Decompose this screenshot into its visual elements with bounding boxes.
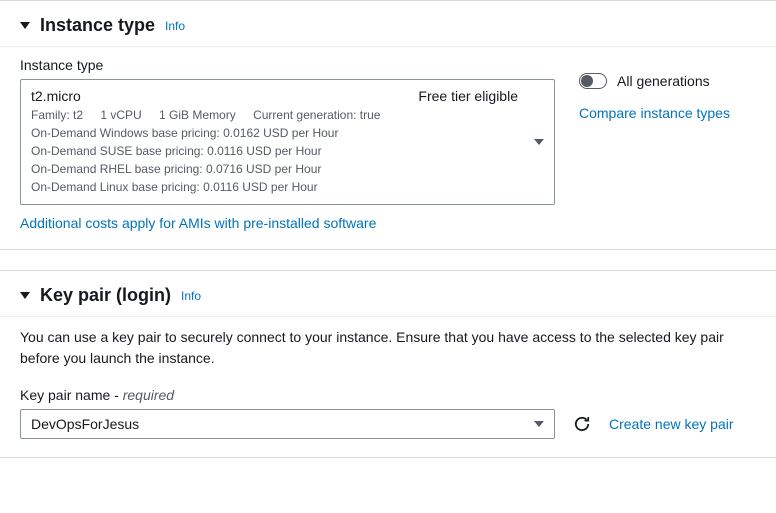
caret-down-icon bbox=[20, 292, 30, 299]
keypair-title: Key pair (login) bbox=[40, 285, 171, 306]
keypair-selected-value: DevOpsForJesus bbox=[31, 416, 139, 432]
keypair-body: You can use a key pair to securely conne… bbox=[0, 316, 776, 457]
keypair-info-link[interactable]: Info bbox=[181, 289, 201, 303]
all-generations-label: All generations bbox=[617, 73, 710, 89]
additional-costs-link[interactable]: Additional costs apply for AMIs with pre… bbox=[20, 215, 376, 231]
chevron-down-icon bbox=[534, 421, 544, 427]
refresh-button[interactable] bbox=[573, 415, 591, 433]
keypair-field-label: Key pair name - required bbox=[20, 387, 756, 403]
instance-type-section: Instance type Info Instance type t2.micr… bbox=[0, 0, 776, 250]
pricing-windows: On-Demand Windows base pricing: 0.0162 U… bbox=[31, 124, 518, 142]
pricing-rhel: On-Demand RHEL base pricing: 0.0716 USD … bbox=[31, 160, 518, 178]
instance-type-select[interactable]: t2.micro Free tier eligible Family: t2 1… bbox=[20, 79, 555, 205]
keypair-description: You can use a key pair to securely conne… bbox=[20, 327, 756, 369]
caret-down-icon bbox=[20, 22, 30, 29]
instance-type-body: Instance type t2.micro Free tier eligibl… bbox=[0, 46, 776, 249]
instance-type-info-link[interactable]: Info bbox=[165, 19, 185, 33]
instance-type-field-label: Instance type bbox=[20, 57, 555, 73]
pricing-suse: On-Demand SUSE base pricing: 0.0116 USD … bbox=[31, 142, 518, 160]
all-generations-toggle[interactable] bbox=[579, 73, 607, 89]
pricing-linux: On-Demand Linux base pricing: 0.0116 USD… bbox=[31, 178, 518, 196]
keypair-name-select[interactable]: DevOpsForJesus bbox=[20, 409, 555, 439]
free-tier-badge: Free tier eligible bbox=[418, 88, 518, 104]
keypair-header[interactable]: Key pair (login) Info bbox=[0, 271, 776, 316]
instance-meta: Family: t2 1 vCPU 1 GiB Memory Current g… bbox=[31, 106, 518, 124]
chevron-down-icon bbox=[534, 139, 544, 145]
keypair-section: Key pair (login) Info You can use a key … bbox=[0, 270, 776, 458]
create-new-keypair-link[interactable]: Create new key pair bbox=[609, 416, 734, 432]
compare-instance-types-link[interactable]: Compare instance types bbox=[579, 105, 730, 121]
instance-type-header[interactable]: Instance type Info bbox=[0, 1, 776, 46]
instance-name: t2.micro bbox=[31, 88, 81, 104]
refresh-icon bbox=[573, 415, 591, 433]
instance-type-title: Instance type bbox=[40, 15, 155, 36]
